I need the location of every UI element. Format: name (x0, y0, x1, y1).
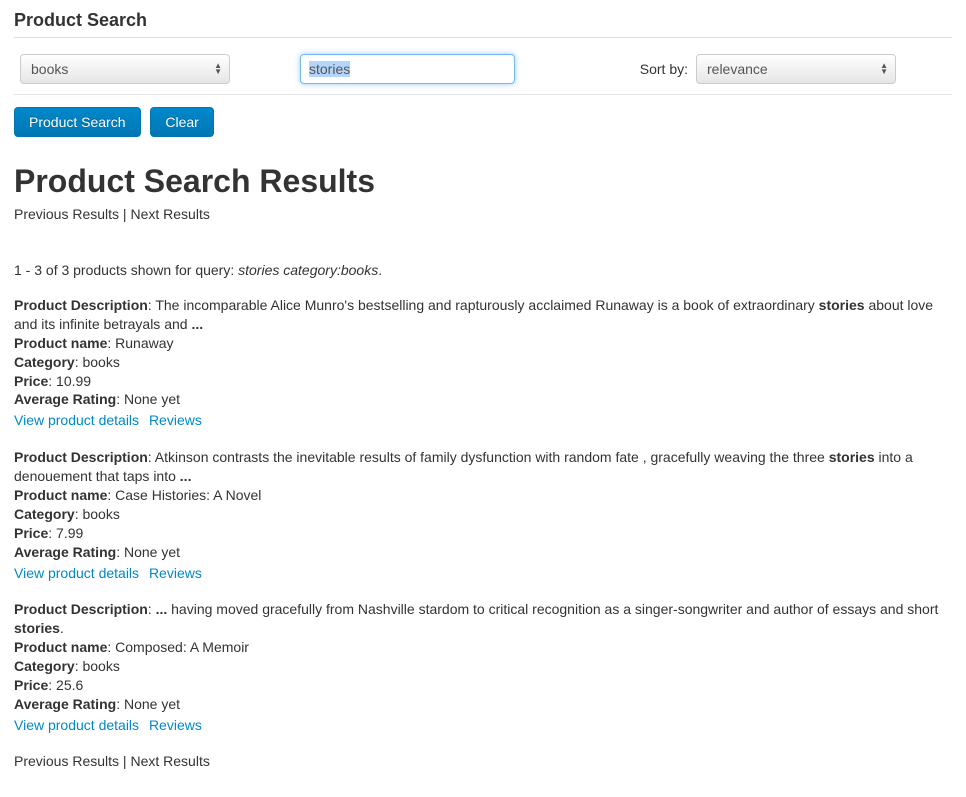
view-product-details-link[interactable]: View product details (14, 565, 139, 581)
sort-select[interactable]: relevance (696, 54, 896, 84)
product-item: Product Description: The incomparable Al… (14, 296, 952, 430)
search-input[interactable] (300, 54, 515, 84)
reviews-link[interactable]: Reviews (149, 412, 202, 428)
product-search-button[interactable]: Product Search (14, 107, 141, 137)
view-product-details-link[interactable]: View product details (14, 412, 139, 428)
category-select[interactable]: books (20, 54, 230, 84)
product-item: Product Description: ... having moved gr… (14, 600, 952, 734)
previous-results-link[interactable]: Previous Results (14, 206, 119, 222)
page-title: Product Search (14, 10, 952, 31)
previous-results-link[interactable]: Previous Results (14, 753, 119, 769)
pager-bottom: Previous Results | Next Results (14, 753, 952, 769)
search-bar: books ▲▼ Sort by: relevance ▲▼ (14, 48, 952, 95)
reviews-link[interactable]: Reviews (149, 565, 202, 581)
results-summary: 1 - 3 of 3 products shown for query: sto… (14, 262, 952, 278)
results-title: Product Search Results (14, 163, 952, 200)
reviews-link[interactable]: Reviews (149, 717, 202, 733)
next-results-link[interactable]: Next Results (130, 206, 209, 222)
sort-label: Sort by: (640, 61, 688, 77)
divider (14, 37, 952, 38)
next-results-link[interactable]: Next Results (130, 753, 209, 769)
clear-button[interactable]: Clear (150, 107, 213, 137)
view-product-details-link[interactable]: View product details (14, 717, 139, 733)
product-item: Product Description: Atkinson contrasts … (14, 448, 952, 582)
pager-top: Previous Results | Next Results (14, 206, 952, 222)
